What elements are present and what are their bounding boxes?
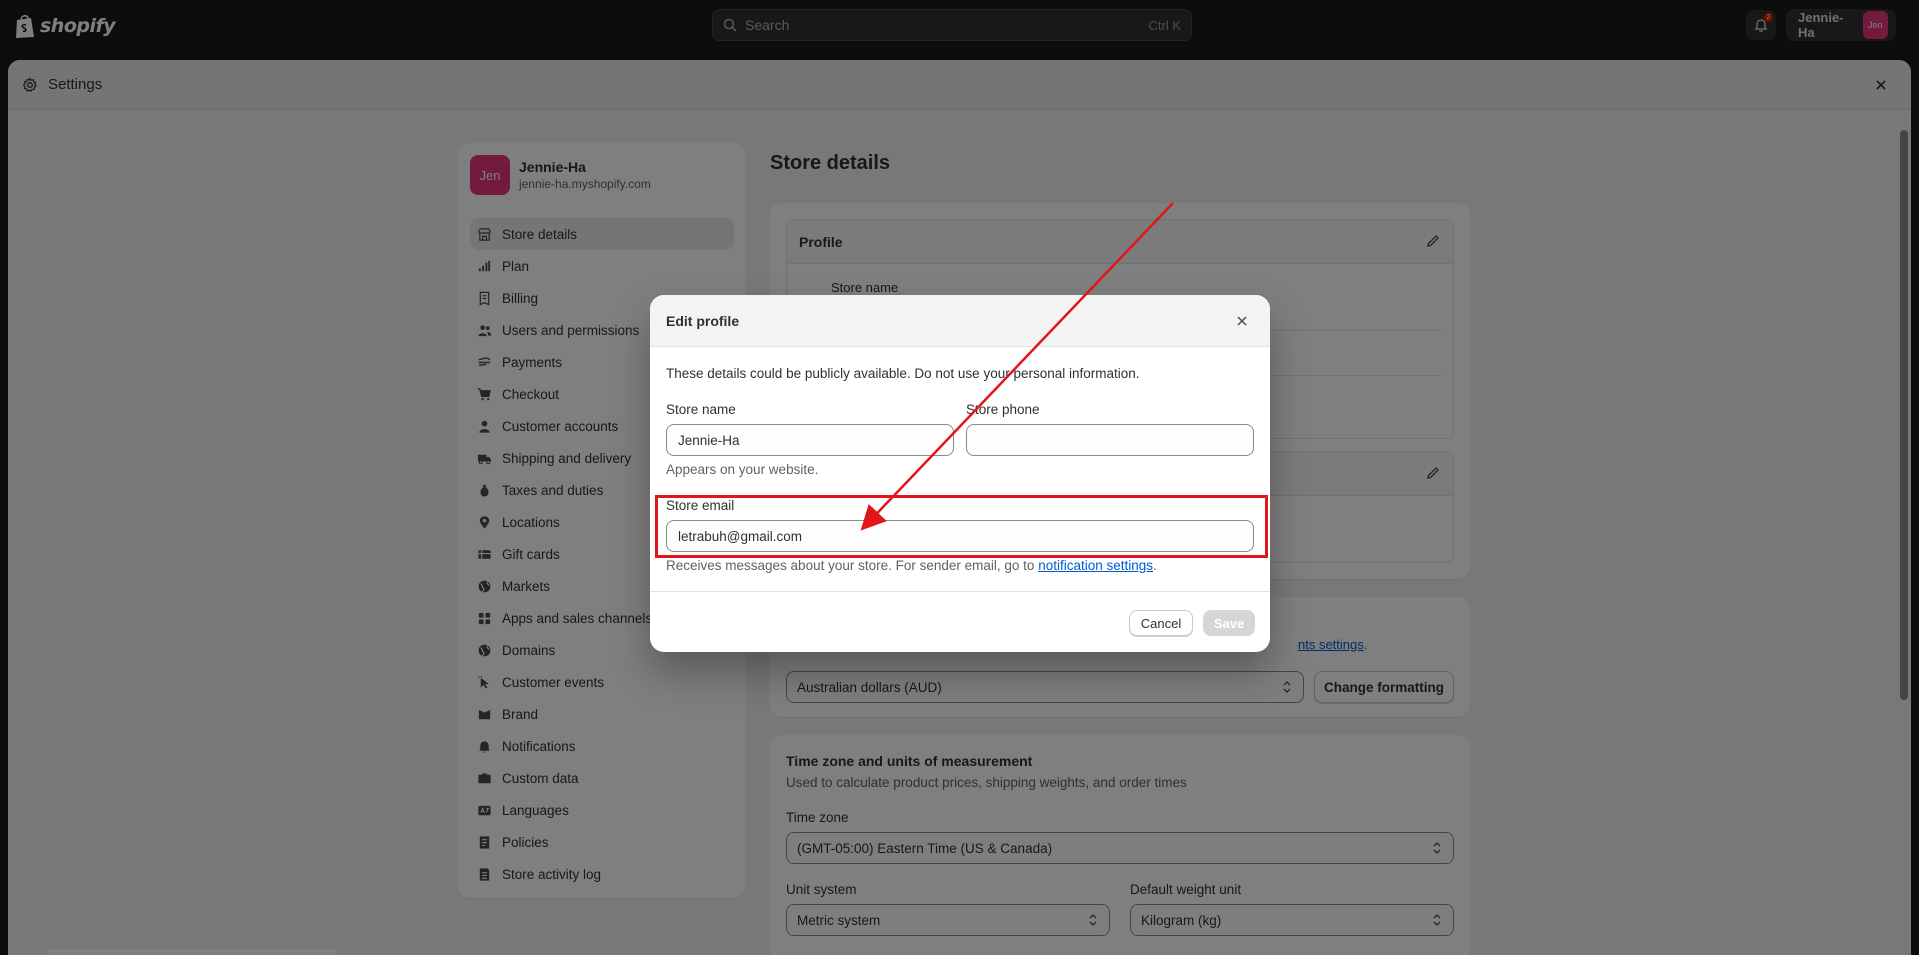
- cancel-button[interactable]: Cancel: [1129, 610, 1193, 636]
- store-phone-label: Store phone: [966, 402, 1040, 417]
- modal-close-button[interactable]: [1232, 311, 1252, 331]
- email-help-text: Receives messages about your store. For …: [666, 558, 1039, 573]
- save-button[interactable]: Save: [1203, 610, 1255, 636]
- store-name-input[interactable]: [666, 424, 954, 456]
- store-name-help: Appears on your website.: [666, 462, 819, 477]
- modal-header: Edit profile: [650, 295, 1270, 347]
- store-name-label: Store name: [666, 402, 736, 417]
- privacy-notice: These details could be publicly availabl…: [666, 366, 1140, 381]
- highlight-box: [655, 495, 1268, 558]
- notification-settings-link[interactable]: notification settings: [1038, 558, 1153, 573]
- close-icon: [1237, 316, 1247, 326]
- modal-footer-divider: [650, 591, 1270, 592]
- edit-profile-modal: Edit profile These details could be publ…: [650, 295, 1270, 652]
- store-phone-input[interactable]: [966, 424, 1254, 456]
- email-help-suffix: .: [1153, 558, 1157, 573]
- store-email-help: Receives messages about your store. For …: [666, 558, 1157, 573]
- modal-title: Edit profile: [666, 312, 740, 329]
